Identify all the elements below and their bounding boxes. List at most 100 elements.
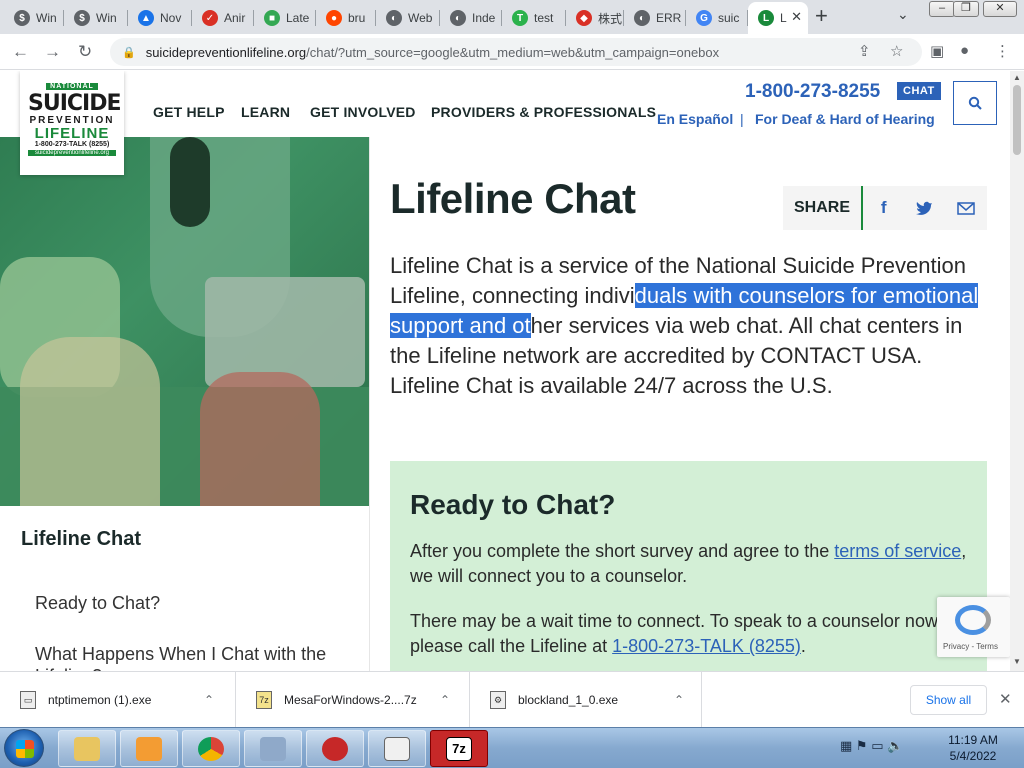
restore-icon[interactable]: ❐ xyxy=(953,1,979,17)
archive-file-icon: 7z xyxy=(256,691,272,709)
url-path: /chat/?utm_source=google&utm_medium=web&… xyxy=(306,44,720,60)
taskbar-7zip[interactable]: 7z xyxy=(430,730,488,767)
new-tab-icon[interactable]: + xyxy=(815,3,828,29)
phone-number-link[interactable]: 1-800-273-8255 xyxy=(745,81,880,103)
url-host: suicidepreventionlifeline.org xyxy=(145,44,307,60)
terms-of-service-link[interactable]: terms of service xyxy=(834,541,961,561)
tab-favicon-icon: ✓ xyxy=(202,10,218,26)
browser-tab[interactable]: ◐ Web xyxy=(376,4,440,32)
system-tray: ▦ ⚑ ▭ 🔈 xyxy=(840,738,903,754)
tab-title: Nov xyxy=(160,11,182,25)
app-icon xyxy=(260,736,286,761)
browser-tab[interactable]: ◐ Inde xyxy=(440,4,502,32)
side-panel-icon[interactable]: ▣ xyxy=(930,42,944,60)
tab-favicon-icon: G xyxy=(696,10,712,26)
taskbar-explorer[interactable] xyxy=(58,730,116,767)
browser-tab[interactable]: $ Win xyxy=(4,4,64,32)
browser-tab[interactable]: ◐ ERR xyxy=(624,4,686,32)
tab-title: Late xyxy=(286,11,310,25)
chat-button[interactable]: CHAT xyxy=(897,82,941,100)
exe-file-icon: ⚙ xyxy=(490,691,506,709)
tray-network-icon[interactable]: ▦ xyxy=(840,738,852,753)
deaf-hard-of-hearing-link[interactable]: For Deaf & Hard of Hearing xyxy=(755,111,935,127)
page-title: Lifeline Chat xyxy=(390,175,636,222)
chevron-up-icon[interactable]: ⌃ xyxy=(674,693,684,707)
ready-text-1a: After you complete the short survey and … xyxy=(410,541,835,561)
header-separator: | xyxy=(740,111,744,127)
browser-tab[interactable]: ✓ Anir xyxy=(192,4,254,32)
taskbar-media-player[interactable] xyxy=(120,730,178,767)
recaptcha-text: Privacy - Terms xyxy=(943,642,998,651)
browser-tab[interactable]: ● bru xyxy=(316,4,376,32)
chevron-up-icon[interactable]: ⌃ xyxy=(440,693,450,707)
browser-tab[interactable]: ▲ Nov xyxy=(128,4,192,32)
recaptcha-icon xyxy=(955,605,991,635)
nav-learn[interactable]: LEARN xyxy=(241,104,290,120)
taskbar-app[interactable] xyxy=(244,730,302,767)
taskbar-chrome[interactable] xyxy=(182,730,240,767)
hero-photo xyxy=(0,137,370,506)
browser-tab[interactable]: ◆ 株式 xyxy=(566,4,624,32)
nav-get-help[interactable]: GET HELP xyxy=(153,104,225,120)
espanol-link[interactable]: En Español xyxy=(657,111,733,127)
folder-icon xyxy=(74,736,100,761)
sidebar-link-ready-to-chat[interactable]: Ready to Chat? xyxy=(35,593,160,614)
tab-title: Inde xyxy=(472,11,496,25)
taskbar-clock[interactable]: 11:19 AM 5/4/2022 xyxy=(942,732,1004,764)
nav-providers-professionals[interactable]: PROVIDERS & PROFESSIONALS xyxy=(431,104,656,120)
back-icon[interactable]: ← xyxy=(12,42,29,62)
download-filename: blockland_1_0.exe xyxy=(518,693,619,707)
bookmark-star-icon[interactable]: ☆ xyxy=(890,42,903,60)
chevron-up-icon[interactable]: ⌃ xyxy=(204,693,214,707)
browser-tab[interactable]: Ttest xyxy=(502,4,566,32)
scroll-down-icon[interactable]: ▼ xyxy=(1013,657,1021,666)
site-search-button[interactable] xyxy=(953,81,997,125)
taskbar-notepad[interactable] xyxy=(368,730,426,767)
browser-tab[interactable]: ■ Late xyxy=(254,4,316,32)
twitter-icon[interactable] xyxy=(904,186,945,230)
share-page-icon[interactable]: ⇪ xyxy=(858,42,871,60)
tab-favicon-icon: ◐ xyxy=(386,10,402,26)
tab-title: Win xyxy=(96,11,117,25)
download-item[interactable]: ▭ ntptimemon (1).exe ⌃ xyxy=(0,672,236,728)
download-item[interactable]: ⚙ blockland_1_0.exe ⌃ xyxy=(470,672,702,728)
tray-volume-icon[interactable]: 🔈 xyxy=(887,738,903,753)
start-button[interactable] xyxy=(4,729,44,767)
taskbar-flash[interactable] xyxy=(306,730,364,767)
forward-icon[interactable]: → xyxy=(44,42,61,62)
tray-flag-icon[interactable]: ⚑ xyxy=(856,738,868,753)
show-all-downloads-button[interactable]: Show all xyxy=(910,685,987,715)
minimize-icon[interactable]: – xyxy=(929,1,955,17)
tab-favicon-icon: L xyxy=(758,10,774,26)
menu-kebab-icon[interactable]: ⋮ xyxy=(995,42,1010,60)
chrome-icon xyxy=(198,736,224,761)
page-scrollbar[interactable]: ▲ ▼ xyxy=(1010,71,1024,671)
browser-tab[interactable]: Gsuic xyxy=(686,4,748,32)
profile-icon[interactable]: ● xyxy=(960,42,969,59)
reload-icon[interactable]: ↻ xyxy=(78,42,92,62)
nav-get-involved[interactable]: GET INVOLVED xyxy=(310,104,416,120)
browser-tab[interactable]: L L ✕ xyxy=(748,2,808,34)
address-bar[interactable]: 🔒 suicidepreventionlifeline.org /chat/?u… xyxy=(110,38,922,66)
recaptcha-badge[interactable]: Privacy - Terms xyxy=(937,597,1010,657)
tab-strip: $ Win $ Win ▲ Nov ✓ Anir ■ Late ● bru ◐ Web ◐ Inde Ttest… xyxy=(0,0,1024,34)
lifeline-logo[interactable]: NATIONAL SUICIDE PREVENTION LIFELINE 1-8… xyxy=(20,71,124,175)
ready-title: Ready to Chat? xyxy=(410,489,616,520)
tab-title: Anir xyxy=(224,11,246,25)
tab-favicon-icon: ■ xyxy=(264,10,280,26)
browser-tab[interactable]: $ Win xyxy=(64,4,128,32)
close-window-icon[interactable]: ✕ xyxy=(983,1,1017,17)
scroll-up-icon[interactable]: ▲ xyxy=(1013,73,1021,82)
download-item[interactable]: 7z MesaForWindows-2....7z ⌃ xyxy=(236,672,470,728)
lifeline-phone-link[interactable]: 1-800-273-TALK (8255) xyxy=(612,636,801,656)
tray-display-icon[interactable]: ▭ xyxy=(871,738,883,753)
close-download-bar-icon[interactable]: ✕ xyxy=(999,690,1012,708)
ready-paragraph-2: There may be a wait time to connect. To … xyxy=(410,609,970,659)
tab-search-icon[interactable]: ⌄ xyxy=(897,6,909,23)
sidebar-link-what-happens[interactable]: What Happens When I Chat with the Lifeli… xyxy=(35,643,355,671)
browser-toolbar: ← → ↻ 🔒 suicidepreventionlifeline.org /c… xyxy=(0,34,1024,70)
email-icon[interactable] xyxy=(946,186,987,230)
close-tab-icon[interactable]: ✕ xyxy=(791,9,802,25)
facebook-icon[interactable]: f xyxy=(863,186,904,230)
scroll-thumb[interactable] xyxy=(1013,85,1021,155)
